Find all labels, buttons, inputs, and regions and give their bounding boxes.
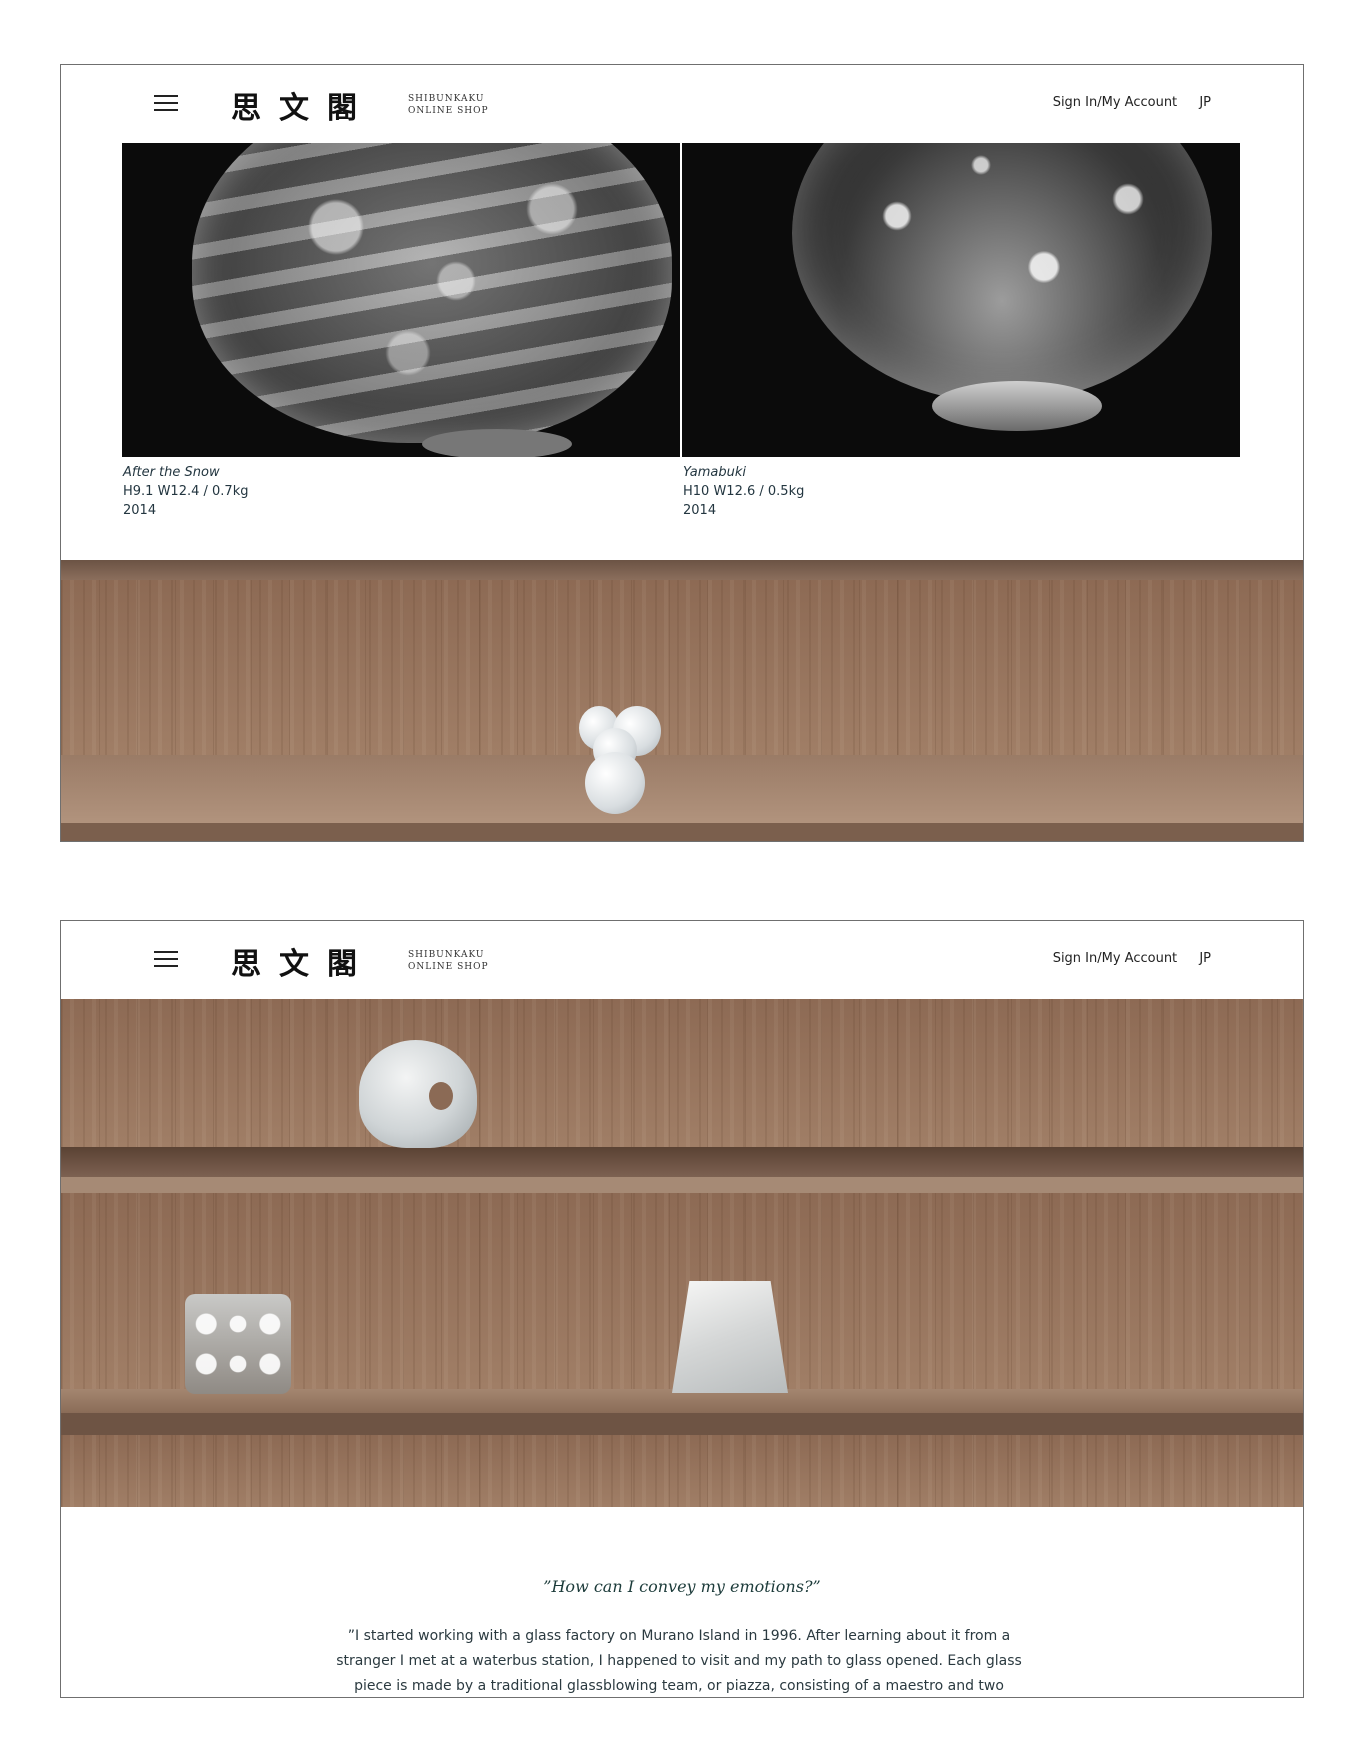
product-dimensions: H9.1 W12.4 / 0.7kg: [123, 484, 249, 499]
glass-figurine: [579, 706, 663, 816]
hamburger-menu-icon[interactable]: [154, 95, 178, 113]
product-year: 2014: [123, 503, 157, 518]
logo-text[interactable]: SHIBUNKAKU ONLINE SHOP: [408, 93, 489, 117]
logo-kanji[interactable]: 思文閣: [231, 939, 375, 983]
language-toggle[interactable]: JP: [1199, 951, 1211, 966]
hamburger-menu-icon[interactable]: [154, 951, 178, 969]
glass-frosted-cup: [672, 1281, 788, 1393]
language-toggle[interactable]: JP: [1199, 95, 1211, 110]
product-caption: Yamabuki H10 W12.6 / 0.5kg 2014: [683, 463, 804, 520]
header-nav: Sign In/My Account JP: [1053, 95, 1211, 110]
sign-in-link[interactable]: Sign In/My Account: [1053, 95, 1177, 110]
product-image-yamabuki[interactable]: [682, 143, 1240, 457]
screen-product-detail: 思文閣 SHIBUNKAKU ONLINE SHOP Sign In/My Ac…: [60, 64, 1304, 842]
artist-quote: ”How can I convey my emotions?”: [543, 1577, 821, 1596]
header-nav: Sign In/My Account JP: [1053, 951, 1211, 966]
screen-artist-story: 思文閣 SHIBUNKAKU ONLINE SHOP Sign In/My Ac…: [60, 920, 1304, 1698]
logo-text[interactable]: SHIBUNKAKU ONLINE SHOP: [408, 949, 489, 973]
product-dimensions: H10 W12.6 / 0.5kg: [683, 484, 805, 499]
glass-stone-sculpture: [359, 1040, 477, 1148]
shelf-photo-collection: [61, 999, 1303, 1507]
site-header: 思文閣 SHIBUNKAKU ONLINE SHOP Sign In/My Ac…: [61, 65, 1303, 143]
artist-story-text: ”I started working with a glass factory …: [336, 1628, 1022, 1694]
shelf-photo-figurine: [61, 560, 1303, 841]
sign-in-link[interactable]: Sign In/My Account: [1053, 951, 1177, 966]
glass-bubble-cup: [185, 1294, 291, 1394]
product-image-after-the-snow[interactable]: [122, 143, 680, 457]
logo-line-1: SHIBUNKAKU: [408, 950, 485, 960]
site-header: 思文閣 SHIBUNKAKU ONLINE SHOP Sign In/My Ac…: [61, 921, 1303, 999]
logo-line-2: ONLINE SHOP: [408, 962, 489, 972]
product-title[interactable]: After the Snow: [123, 463, 248, 482]
logo-line-2: ONLINE SHOP: [408, 106, 489, 116]
logo-line-1: SHIBUNKAKU: [408, 94, 485, 104]
product-year: 2014: [683, 503, 717, 518]
logo-kanji[interactable]: 思文閣: [231, 83, 375, 127]
product-title[interactable]: Yamabuki: [683, 463, 804, 482]
product-caption: After the Snow H9.1 W12.4 / 0.7kg 2014: [123, 463, 248, 520]
